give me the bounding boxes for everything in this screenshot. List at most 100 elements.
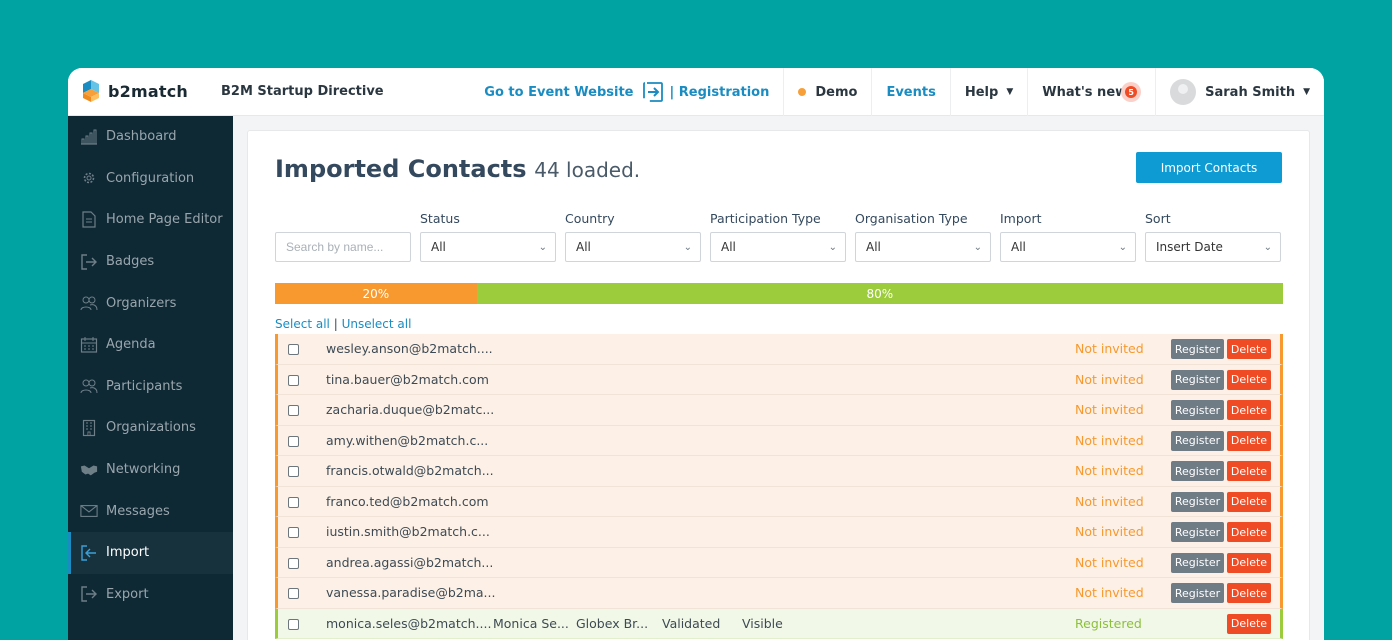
sort-select-value: Insert Date xyxy=(1156,240,1223,254)
delete-button[interactable]: Delete xyxy=(1227,491,1271,512)
country-select[interactable]: All ⌄ xyxy=(565,232,701,262)
row-checkbox[interactable] xyxy=(288,435,299,447)
building-icon xyxy=(80,419,98,437)
organisation-type-select[interactable]: All ⌄ xyxy=(855,232,991,262)
sidebar-item-label: Export xyxy=(106,586,149,602)
status-filter-label: Status xyxy=(420,211,460,226)
sidebar-item-label: Dashboard xyxy=(106,129,177,145)
sidebar-item-label: Import xyxy=(106,545,150,561)
user-menu[interactable]: Sarah Smith ▼ xyxy=(1155,68,1324,116)
document-icon xyxy=(80,211,98,229)
sidebar-item-label: Organizations xyxy=(106,420,196,436)
sidebar-item-participants[interactable]: Participants xyxy=(68,366,233,408)
contact-email: andrea.agassi@b2match... xyxy=(326,554,494,570)
row-checkbox[interactable] xyxy=(288,344,299,355)
contact-status: Not invited xyxy=(1075,493,1144,509)
register-button[interactable]: Register xyxy=(1171,583,1224,603)
participation-type-filter: Participation Type All ⌄ xyxy=(710,211,846,262)
contact-status: Not invited xyxy=(1075,463,1144,479)
import-select[interactable]: All ⌄ xyxy=(1000,232,1136,262)
enter-icon xyxy=(642,82,663,102)
demo-menu[interactable]: Demo xyxy=(783,68,871,116)
brand-logo[interactable]: b2match xyxy=(81,80,188,102)
caret-down-icon: ▼ xyxy=(1006,87,1014,97)
selection-links: Select all | Unselect all xyxy=(275,317,411,331)
sort-select[interactable]: Insert Date ⌄ xyxy=(1145,232,1281,262)
sidebar-item-label: Configuration xyxy=(106,170,195,186)
organisation-type-select-value: All xyxy=(866,240,881,254)
sidebar-item-configuration[interactable]: Configuration xyxy=(68,158,233,200)
delete-button[interactable]: Delete xyxy=(1227,552,1271,573)
row-checkbox[interactable] xyxy=(288,527,299,538)
delete-button[interactable]: Delete xyxy=(1227,522,1271,542)
sidebar-item-agenda[interactable]: Agenda xyxy=(68,324,233,366)
contact-organisation: Globex Br... xyxy=(576,615,649,631)
contact-email: franco.ted@b2match.com xyxy=(326,493,489,509)
sidebar-item-networking[interactable]: Networking xyxy=(68,449,233,491)
sidebar-item-home-page-editor[interactable]: Home Page Editor xyxy=(68,199,233,241)
register-button[interactable]: Register xyxy=(1171,552,1224,573)
row-checkbox[interactable] xyxy=(288,496,299,508)
sidebar-item-badges[interactable]: Badges xyxy=(68,241,233,283)
sidebar-item-organizers[interactable]: Organizers xyxy=(68,282,233,324)
go-to-event-website-link[interactable]: Go to Event Website xyxy=(484,85,633,100)
sidebar-item-import[interactable]: Import xyxy=(68,531,233,574)
import-icon xyxy=(80,544,98,562)
contact-email: vanessa.paradise@b2ma... xyxy=(326,585,496,601)
contact-email: wesley.anson@b2match.... xyxy=(326,341,493,357)
contact-row: iustin.smith@b2match.c... Not invited Regi… xyxy=(275,517,1283,548)
participation-type-select-value: All xyxy=(721,240,736,254)
row-checkbox[interactable] xyxy=(288,588,299,599)
caret-down-icon: ▼ xyxy=(1303,87,1310,97)
sidebar-item-export[interactable]: Export xyxy=(68,574,233,616)
register-button[interactable]: Register xyxy=(1171,461,1224,481)
notification-badge: 5 xyxy=(1121,82,1142,102)
registration-link[interactable]: | Registration xyxy=(670,85,770,100)
handshake-icon xyxy=(80,461,98,479)
sidebar-item-label: Participants xyxy=(106,378,183,394)
delete-button[interactable]: Delete xyxy=(1227,339,1271,359)
participation-type-select[interactable]: All ⌄ xyxy=(710,232,846,262)
delete-button[interactable]: Delete xyxy=(1227,400,1271,420)
row-checkbox[interactable] xyxy=(288,374,299,386)
register-button[interactable]: Register xyxy=(1171,491,1224,512)
delete-button[interactable]: Delete xyxy=(1227,613,1271,634)
unselect-all-link[interactable]: Unselect all xyxy=(342,317,412,331)
import-contacts-button[interactable]: Import Contacts xyxy=(1136,152,1282,183)
avatar xyxy=(1170,79,1197,105)
register-button[interactable]: Register xyxy=(1171,430,1224,451)
row-checkbox[interactable] xyxy=(288,405,299,416)
envelope-icon xyxy=(80,502,98,520)
events-link[interactable]: Events xyxy=(871,68,949,116)
sidebar-item-organizations[interactable]: Organizations xyxy=(68,407,233,449)
search-input[interactable] xyxy=(275,232,411,262)
event-name: B2M Startup Directive xyxy=(221,84,384,99)
contact-email: iustin.smith@b2match.c... xyxy=(326,524,490,540)
status-select[interactable]: All ⌄ xyxy=(420,232,556,262)
delete-button[interactable]: Delete xyxy=(1227,583,1271,603)
row-checkbox[interactable] xyxy=(288,557,299,569)
register-button[interactable]: Register xyxy=(1171,400,1224,420)
delete-button[interactable]: Delete xyxy=(1227,430,1271,451)
calendar-icon xyxy=(80,336,98,354)
row-checkbox[interactable] xyxy=(288,466,299,477)
help-menu[interactable]: Help ▼ xyxy=(949,68,1027,116)
register-button[interactable]: Register xyxy=(1171,369,1224,390)
row-checkbox[interactable] xyxy=(288,618,299,630)
notification-count: 5 xyxy=(1125,86,1138,98)
delete-button[interactable]: Delete xyxy=(1227,369,1271,390)
sidebar-item-dashboard[interactable]: Dashboard xyxy=(68,116,233,158)
import-filter: Import All ⌄ xyxy=(1000,211,1136,262)
user-name: Sarah Smith xyxy=(1205,84,1296,100)
sidebar-item-label: Home Page Editor xyxy=(106,212,223,228)
whats-new-label: What's new xyxy=(1042,84,1128,100)
contact-status: Not invited xyxy=(1075,371,1144,387)
register-button[interactable]: Register xyxy=(1171,339,1224,359)
whats-new-button[interactable]: What's new 5 xyxy=(1027,68,1155,116)
sidebar-item-messages[interactable]: Messages xyxy=(68,490,233,532)
select-all-link[interactable]: Select all xyxy=(275,317,330,331)
delete-button[interactable]: Delete xyxy=(1227,461,1271,481)
chevron-down-icon: ⌄ xyxy=(683,241,692,253)
register-button[interactable]: Register xyxy=(1171,522,1224,542)
contact-status: Registered xyxy=(1075,615,1142,631)
